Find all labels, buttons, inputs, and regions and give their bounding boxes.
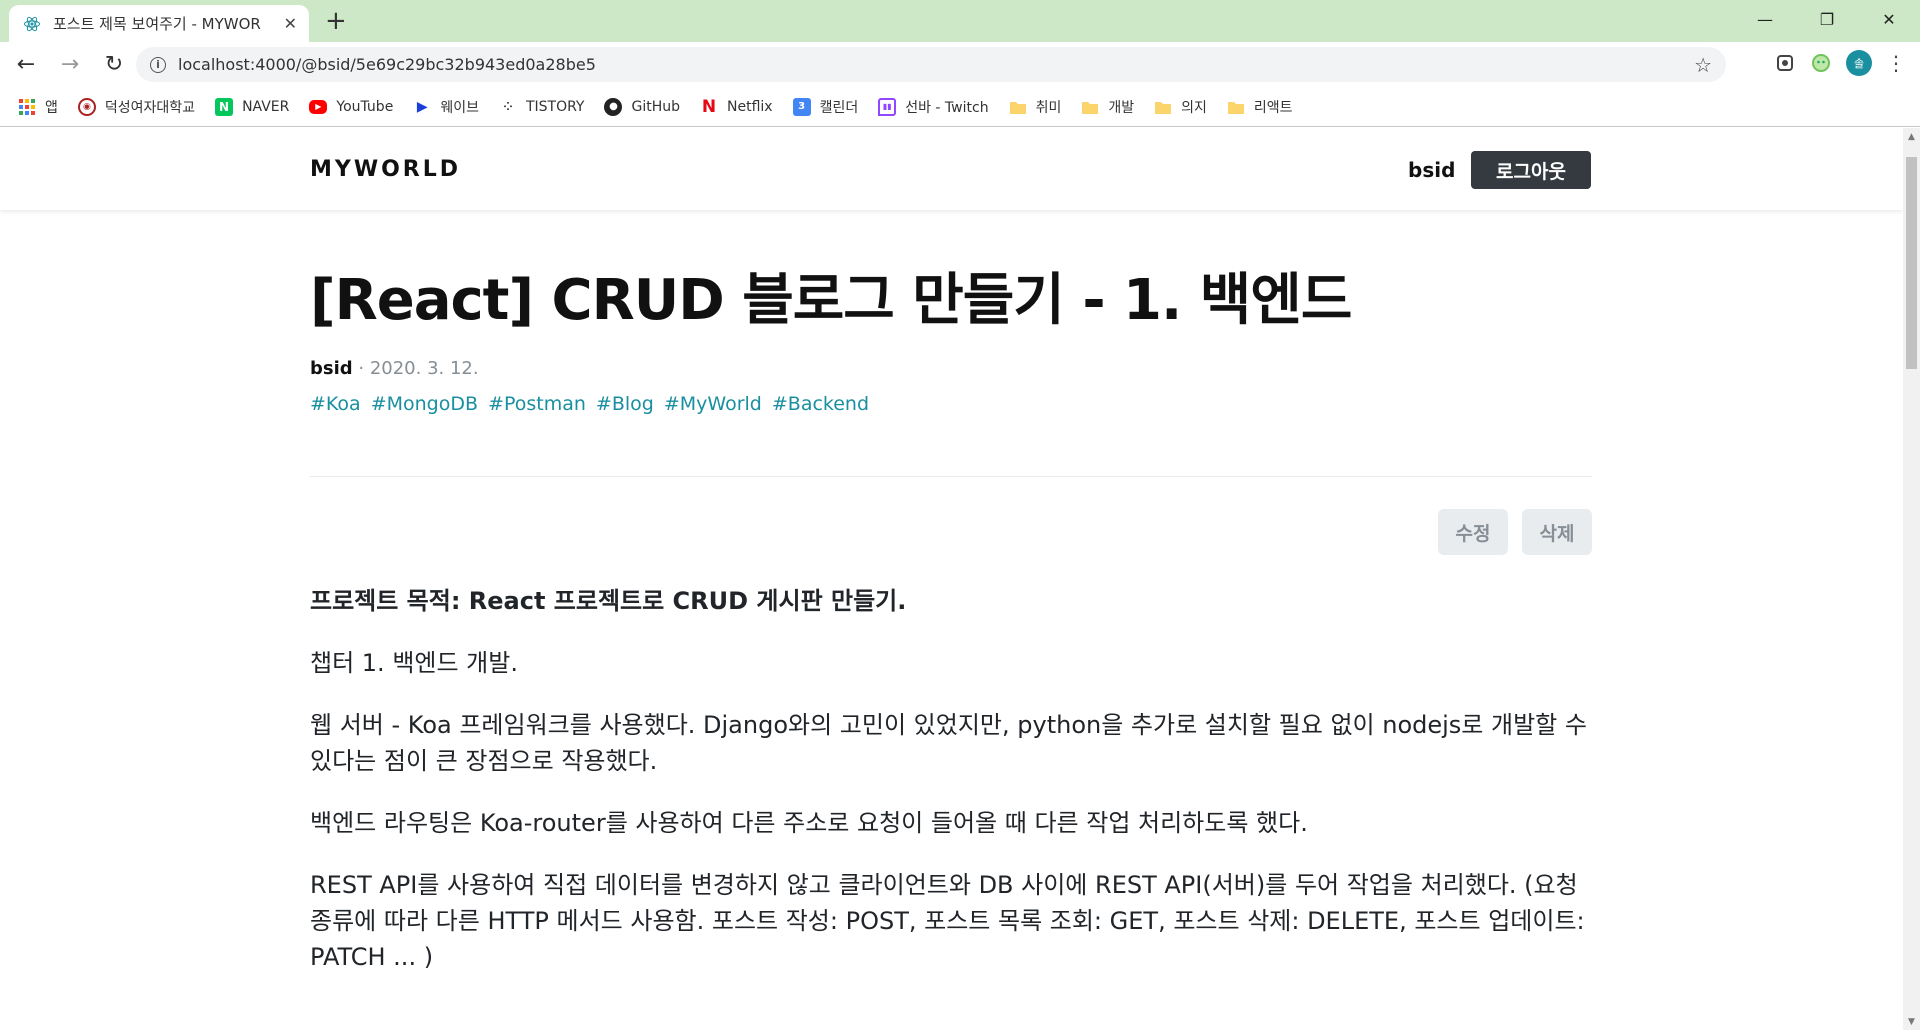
tab-title: 포스트 제목 보여주기 - MYWOR [53,15,261,33]
tag-link[interactable]: #Backend [772,393,869,415]
bookmark-label: NAVER [242,98,290,115]
back-button[interactable]: ← [8,47,44,83]
profile-avatar[interactable]: 솔 [1846,50,1872,76]
bookmark-youtube[interactable]: ▶ YouTube [309,99,393,115]
bookmark-label: TISTORY [525,98,585,115]
tag-link[interactable]: #Koa [310,393,361,415]
bookmark-label: 개발 [1108,99,1135,116]
menu-kebab-icon[interactable]: ⋮ [1886,51,1906,75]
post-paragraph: 챕터 1. 백엔드 개발. [310,649,518,677]
youtube-icon: ▶ [309,99,328,114]
bookmark-tistory[interactable]: ⁘ TISTORY [499,98,585,116]
close-window-icon[interactable]: ✕ [1858,0,1920,38]
bookmark-wavve[interactable]: ▶ 웨이브 [413,97,479,117]
post-paragraph: 프로젝트 목적: React 프로젝트로 CRUD 게시판 만들기. [310,587,907,615]
header-divider [310,476,1592,477]
react-icon [23,15,41,33]
bookmark-naver[interactable]: N NAVER [215,97,290,116]
folder-icon [1009,98,1027,116]
browser-tab[interactable]: 포스트 제목 보여주기 - MYWOR ✕ [9,5,309,42]
url-text: localhost:4000/@bsid/5e69c29bc32b943ed0a… [178,55,596,74]
bookmark-apps[interactable]: 앱 [18,97,58,117]
github-icon: ● [604,97,623,116]
meta-separator: · [352,358,370,379]
post-author[interactable]: bsid [310,358,353,379]
extension-shield-icon[interactable] [1774,52,1796,74]
bookmark-label: 리액트 [1253,99,1293,116]
bookmark-label: 웨이브 [440,99,479,116]
bookmark-calendar[interactable]: 3 캘린더 [792,97,859,117]
bookmark-label: 선바 - Twitch [905,99,989,116]
scroll-thumb[interactable] [1906,157,1917,369]
post-meta: bsid · 2020. 3. 12. [310,358,479,379]
university-seal-icon: ◉ [77,97,96,116]
browser-toolbar: ← → ↻ i localhost:4000/@bsid/5e69c29bc32… [0,42,1920,87]
post-tags: #Koa #MongoDB #Postman #Blog #MyWorld #B… [310,393,869,415]
tab-strip: 포스트 제목 보여주기 - MYWOR ✕ + — ❐ ✕ [0,0,1920,42]
bookmark-netflix[interactable]: N Netflix [700,96,773,117]
new-tab-button[interactable]: + [325,8,347,34]
netflix-icon: N [701,96,717,117]
scroll-down-icon[interactable]: ▼ [1903,1013,1920,1030]
folder-icon [1154,98,1172,116]
bookmark-label: 덕성여자대학교 [104,99,196,116]
tag-link[interactable]: #MyWorld [664,393,762,415]
info-icon[interactable]: i [150,56,166,73]
post-paragraph: 백엔드 라우팅은 Koa-router를 사용하여 다른 주소로 요청이 들어올… [310,809,1308,837]
folder-icon [1227,98,1245,116]
bookmark-folder-react[interactable]: 리액트 [1227,97,1293,117]
close-tab-icon[interactable]: ✕ [284,14,297,33]
bookmark-twitch[interactable]: ▮▮ 선바 - Twitch [878,97,989,117]
calendar-icon: 3 [792,97,811,116]
current-username: bsid [1408,158,1456,182]
delete-button[interactable]: 삭제 [1522,509,1592,555]
post-title: [React] CRUD 블로그 만들기 - 1. 백엔드 [310,268,1352,333]
bookmark-folder-hobby[interactable]: 취미 [1009,97,1062,117]
apps-grid-icon [18,98,36,116]
extensions-area: 솔 ⋮ [1774,50,1906,76]
post-paragraph: 웹 서버 - Koa 프레임워크를 사용했다. Django와의 고민이 있었지… [310,711,1587,775]
bookmark-folder-will[interactable]: 의지 [1154,97,1207,117]
restore-icon[interactable]: ❐ [1796,0,1858,38]
bookmark-label: Netflix [727,98,773,115]
bookmark-label: GitHub [631,98,680,115]
post-paragraph: REST API를 사용하여 직접 데이터를 변경하지 않고 클라이언트와 DB… [310,871,1585,971]
edit-button[interactable]: 수정 [1438,509,1508,555]
bookmark-github[interactable]: ● GitHub [604,97,680,116]
minimize-icon[interactable]: — [1734,0,1796,38]
extension-face-icon[interactable] [1810,52,1832,74]
bookmark-label: 취미 [1035,99,1062,116]
logout-button[interactable]: 로그아웃 [1471,151,1591,189]
naver-icon: N [215,97,234,116]
twitch-icon: ▮▮ [878,97,897,116]
wavve-icon: ▶ [416,98,428,115]
post-content: 프로젝트 목적: React 프로젝트로 CRUD 게시판 만들기. 챕터 1.… [310,583,1592,1001]
tistory-icon: ⁘ [503,100,513,113]
page-scrollbar[interactable]: ▲ ▼ [1903,128,1920,1030]
bookmarks-bar: 앱 ◉ 덕성여자대학교 N NAVER ▶ YouTube ▶ 웨이브 ⁘ TI… [0,87,1920,127]
scroll-up-icon[interactable]: ▲ [1903,128,1920,145]
post-actions: 수정 삭제 [1438,509,1592,555]
bookmark-duksung[interactable]: ◉ 덕성여자대학교 [77,97,196,117]
folder-icon [1081,98,1099,116]
bookmark-label: YouTube [336,98,394,115]
tag-link[interactable]: #Blog [596,393,654,415]
window-controls: — ❐ ✕ [1734,0,1920,38]
bookmark-label: 캘린더 [819,99,859,116]
tag-link[interactable]: #MongoDB [371,393,478,415]
bookmark-folder-dev[interactable]: 개발 [1081,97,1134,117]
site-logo[interactable]: MYWORLD [310,157,461,182]
bookmark-label: 앱 [45,99,58,116]
site-header: MYWORLD bsid 로그아웃 [0,128,1903,210]
page-viewport: MYWORLD bsid 로그아웃 [React] CRUD 블로그 만들기 -… [0,128,1903,1030]
bookmark-star-icon[interactable]: ☆ [1694,53,1712,77]
forward-button[interactable]: → [52,47,88,83]
reload-button[interactable]: ↻ [96,47,132,83]
bookmark-label: 의지 [1181,99,1207,116]
tag-link[interactable]: #Postman [488,393,586,415]
address-bar[interactable]: i localhost:4000/@bsid/5e69c29bc32b943ed… [136,47,1726,82]
post-date: 2020. 3. 12. [369,358,479,379]
